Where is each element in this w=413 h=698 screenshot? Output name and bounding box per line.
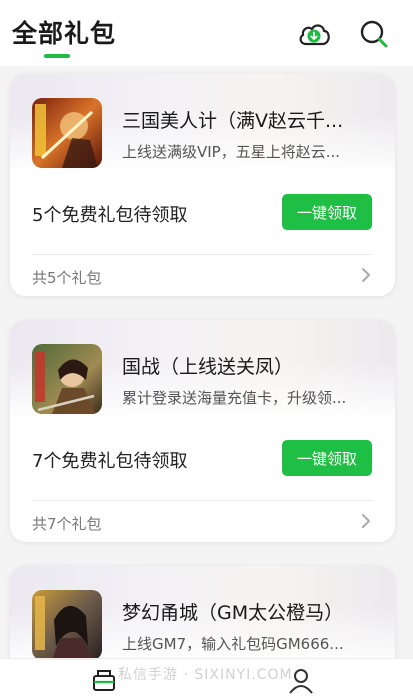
gift-card[interactable]: 三国美人计（满V赵云千... 上线送满级VIP，五星上将赵云... 5个免费礼包… [10, 74, 395, 296]
game-description: 上线送满级VIP，五星上将赵云... [122, 143, 341, 161]
gift-card[interactable]: 国战（上线送关凤） 累计登录送海量充值卡，升级领... 7个免费礼包待领取 一键… [10, 320, 395, 542]
chevron-right-icon[interactable] [359, 511, 373, 531]
title-tab-indicator [44, 54, 70, 58]
game-name: 梦幻甬城（GM太公橙马） [122, 602, 344, 624]
free-gift-count: 7个免费礼包待领取 [32, 451, 188, 472]
page-title: 全部礼包 [12, 19, 117, 48]
claim-all-button[interactable]: 一键领取 [282, 194, 372, 230]
gift-box-icon [93, 670, 115, 691]
total-gift-count[interactable]: 共7个礼包 [32, 513, 102, 534]
game-name: 三国美人计（满V赵云千... [122, 110, 344, 132]
search-button[interactable] [354, 14, 394, 54]
watermark: 私信手游 · SIXINYI.COM [118, 667, 293, 683]
game-description: 累计登录送海量充值卡，升级领... [122, 389, 347, 407]
divider [32, 254, 373, 255]
game-description: 上线GM7，输入礼包码GM666... [122, 635, 344, 653]
top-header: 全部礼包 [0, 0, 413, 66]
search-icon [360, 20, 388, 48]
game-name: 国战（上线送关凤） [122, 356, 294, 378]
chevron-right-icon[interactable] [359, 265, 373, 285]
claim-all-button[interactable]: 一键领取 [282, 440, 372, 476]
nav-gifts[interactable] [89, 665, 119, 695]
cloud-download-icon [299, 24, 330, 46]
game-icon[interactable] [32, 344, 102, 414]
game-icon[interactable] [32, 98, 102, 168]
game-icon[interactable] [32, 590, 102, 660]
download-button[interactable] [294, 14, 334, 54]
free-gift-count: 5个免费礼包待领取 [32, 205, 188, 226]
divider [32, 500, 373, 501]
total-gift-count[interactable]: 共5个礼包 [32, 267, 102, 288]
